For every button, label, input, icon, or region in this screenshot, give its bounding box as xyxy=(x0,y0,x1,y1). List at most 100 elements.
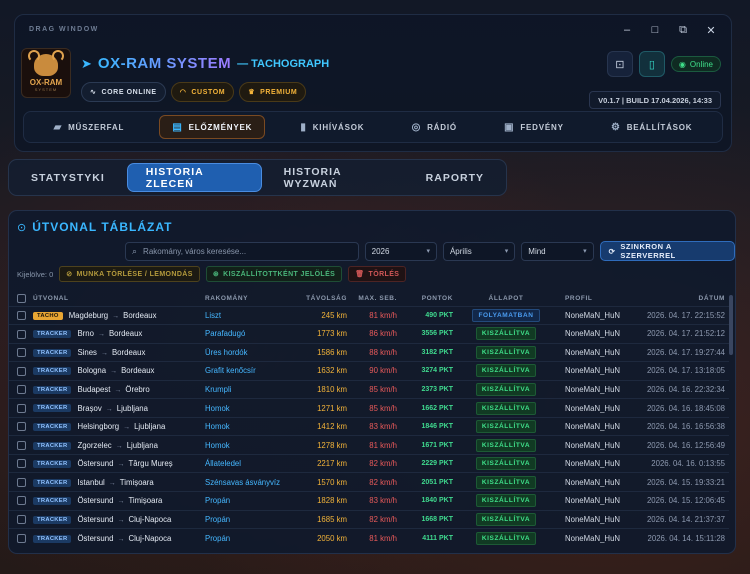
status-cell: FOLYAMATBAN xyxy=(457,305,555,325)
arrow-right-icon: → xyxy=(100,349,108,357)
route-cell: TRACKER Brașov → Ljubljana xyxy=(33,398,205,418)
nav-item-challenges[interactable]: ▮ KIHÍVÁSOK xyxy=(288,115,376,139)
col-cargo[interactable]: RAKOMÁNY xyxy=(205,291,305,306)
table-row[interactable]: TRACKER Bologna → Bordeaux Grafit kenőcsír 16… xyxy=(9,361,729,381)
arrow-right-icon: → xyxy=(110,368,118,376)
status-badge: KISZÁLLÍTVA xyxy=(475,494,537,508)
max-speed-cell: 81 km/h xyxy=(351,435,401,455)
row-checkbox[interactable] xyxy=(17,348,26,358)
table-row[interactable]: TRACKER Sines → Bordeaux Üres hordók 1586 km 8… xyxy=(9,342,729,362)
delete-button[interactable]: 🗑 TÖRLÉS xyxy=(348,266,407,282)
year-select[interactable]: 2026 ▾ xyxy=(364,241,437,261)
table-row[interactable]: TRACKER Östersund → Cluj-Napoca Propán 1685 k… xyxy=(9,509,729,529)
row-checkbox[interactable] xyxy=(17,459,26,469)
tab-reports[interactable]: RAPORTY xyxy=(408,163,502,192)
table-row[interactable]: TRACKER Östersund → Cluj-Napoca Propán 2050 k… xyxy=(9,528,729,548)
col-profile[interactable]: PROFIL xyxy=(555,291,641,306)
col-points[interactable]: PONTOK xyxy=(401,291,457,306)
table-row[interactable]: TACHO Magdeburg → Bordeaux Liszt 245 km 81 km/… xyxy=(9,305,729,325)
row-checkbox[interactable] xyxy=(17,515,26,524)
date-cell: 2026. 04. 16. 18:45:08 xyxy=(641,398,729,418)
row-checkbox[interactable] xyxy=(17,329,26,339)
tab-job-history[interactable]: HISTORIA ZLECEŃ xyxy=(126,163,262,192)
source-badge: TRACKER xyxy=(33,385,72,394)
tab-challenge-history[interactable]: HISTORIA WYZWAŃ xyxy=(266,163,404,192)
search-icon: ⌕ xyxy=(132,245,138,256)
chevron-down-icon: ▾ xyxy=(504,248,509,255)
radio-icon: ◎ xyxy=(411,121,422,133)
route-cell: TRACKER Budapest → Örebro xyxy=(33,379,205,399)
profile-cell: NoneMaN_HuN xyxy=(555,305,641,325)
bot-icon[interactable]: ⊡ xyxy=(606,51,633,77)
row-checkbox[interactable] xyxy=(17,496,26,506)
status-cell: KISZÁLLÍTVA xyxy=(457,509,555,529)
search-input[interactable] xyxy=(143,246,344,256)
row-checkbox[interactable] xyxy=(17,366,26,376)
app-header[interactable]: DRAG WINDOW – □ ⧉ ✕ OX-RAM SYSTEM ➤ OX-R… xyxy=(14,14,732,152)
row-checkbox[interactable] xyxy=(17,533,26,543)
logo-line1: OX-RAM xyxy=(29,78,63,87)
col-date[interactable]: DÁTUM xyxy=(641,291,729,306)
row-checkbox[interactable] xyxy=(17,477,26,487)
route-cell: TACHO Magdeburg → Bordeaux xyxy=(33,305,205,325)
row-checkbox[interactable] xyxy=(17,385,26,395)
mark-delivered-button[interactable]: ⊛ KISZÁLLÍTOTTKÉNT JELÖLÉS xyxy=(205,266,343,282)
col-max-speed[interactable]: MAX. SEB. xyxy=(351,291,401,306)
table-row[interactable]: TRACKER Östersund → Târgu Mureș Állateledel 2… xyxy=(9,453,729,473)
popout-button[interactable]: ⧉ xyxy=(671,19,695,41)
close-button[interactable]: ✕ xyxy=(699,19,723,41)
table-row[interactable]: TRACKER Istanbul → Timișoara Szénsavas ásván… xyxy=(9,472,729,492)
nav-item-history[interactable]: ▤ ELŐZMÉNYEK xyxy=(159,115,266,139)
route-from: Istanbul xyxy=(77,477,105,487)
table-row[interactable]: TRACKER Östersund → Timișoara Propán 1828 km 8… xyxy=(9,490,729,511)
distance-cell: 1412 km xyxy=(305,416,351,436)
nav-item-dashboard[interactable]: ▰ MŰSZERFAL xyxy=(42,115,137,139)
table-row[interactable]: TRACKER Brno → Bordeaux Parafadugó 1773 km 86 … xyxy=(9,324,729,344)
status-badge: KISZÁLLÍTVA xyxy=(475,401,537,415)
select-all-checkbox[interactable] xyxy=(17,293,26,303)
search-box[interactable]: ⌕ xyxy=(125,241,359,261)
row-checkbox[interactable] xyxy=(17,422,26,432)
nav-item-overlay[interactable]: ▣ FEDVÉNY xyxy=(492,115,576,139)
source-badge: TRACKER xyxy=(33,330,72,339)
status-cell: KISZÁLLÍTVA xyxy=(457,490,555,511)
core-online-badge: ∿ CORE ONLINE xyxy=(81,82,166,102)
table-row[interactable]: TRACKER Budapest → Örebro Krumpli 1810 km 85 k… xyxy=(9,379,729,399)
online-status: ◉ Online xyxy=(670,56,721,72)
maximize-button[interactable]: □ xyxy=(643,19,667,41)
route-from: Östersund xyxy=(77,459,114,469)
cancel-job-button[interactable]: ⊘ MUNKA TÖRLÉSE / LEMONDÁS xyxy=(59,266,200,282)
col-route[interactable]: ÚTVONAL xyxy=(33,291,205,306)
action-bar: Kijelölve: 0 ⊘ MUNKA TÖRLÉSE / LEMONDÁS ⊛… xyxy=(17,266,407,282)
nav-item-radio[interactable]: ◎ RÁDIÓ xyxy=(400,115,469,139)
sync-button[interactable]: ⟳ SZINKRON A SZERVERREL xyxy=(599,241,735,261)
max-speed-cell: 88 km/h xyxy=(351,342,401,362)
drag-handle[interactable]: DRAG WINDOW xyxy=(29,26,99,33)
col-status[interactable]: ÁLLAPOT xyxy=(457,291,555,306)
month-select[interactable]: Április ▾ xyxy=(442,241,516,261)
phone-icon[interactable]: ▯ xyxy=(638,51,665,77)
table-scrollbar[interactable] xyxy=(729,295,733,355)
table-row[interactable]: TRACKER Helsingborg → Ljubljana Homok 1412 km… xyxy=(9,416,729,436)
row-checkbox[interactable] xyxy=(17,403,26,413)
table-row[interactable]: TRACKER Brașov → Ljubljana Homok 1271 km 85 km… xyxy=(9,398,729,418)
date-cell: 2026. 04. 17. 13:18:05 xyxy=(641,361,729,381)
header-actions: ⊡ ▯ ◉ Online xyxy=(606,51,721,77)
route-from: Östersund xyxy=(77,533,114,543)
cargo-cell: Krumpli xyxy=(205,379,305,399)
tab-statistics[interactable]: STATYSTYKI xyxy=(13,163,123,192)
minimize-button[interactable]: – xyxy=(615,19,639,41)
points-cell: 1668 PKT xyxy=(401,509,457,529)
nav-item-settings[interactable]: ⚙ BEÁLLÍTÁSOK xyxy=(599,115,704,139)
status-cell: KISZÁLLÍTVA xyxy=(457,398,555,418)
col-distance[interactable]: TÁVOLSÁG xyxy=(305,291,351,306)
route-cell: TRACKER Östersund → Cluj-Napoca xyxy=(33,528,205,548)
cargo-cell: Állateledel xyxy=(205,453,305,473)
row-checkbox[interactable] xyxy=(17,310,26,320)
row-checkbox[interactable] xyxy=(17,440,26,450)
status-cell: KISZÁLLÍTVA xyxy=(457,435,555,455)
max-speed-cell: 90 km/h xyxy=(351,361,401,381)
table-row[interactable]: TRACKER Zgorzelec → Ljubljana Homok 1278 km 81… xyxy=(9,435,729,455)
status-select[interactable]: Mind ▾ xyxy=(521,241,594,261)
profile-cell: NoneMaN_HuN xyxy=(555,472,641,492)
